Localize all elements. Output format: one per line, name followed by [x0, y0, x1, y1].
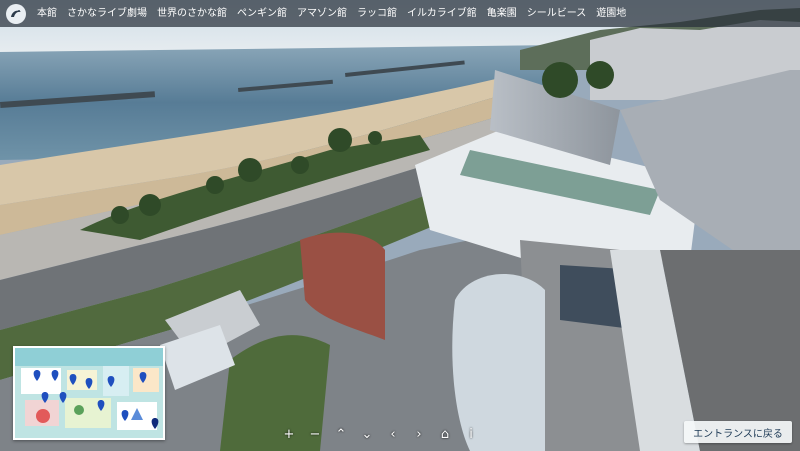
home-button[interactable]: ⌂ [434, 424, 456, 444]
nav-item-amazon-hall[interactable]: アマゾン館 [292, 0, 352, 27]
top-navigation-bar: 本館 さかなライブ劇場 世界のさかな館 ペンギン館 アマゾン館 ラッコ館 イルカ… [0, 0, 800, 27]
aquarium-logo-icon[interactable] [6, 3, 26, 24]
nav-item-sea-otter-hall[interactable]: ラッコ館 [352, 0, 402, 27]
nav-item-amusement-park[interactable]: 遊園地 [591, 0, 631, 27]
nav-item-main-building[interactable]: 本館 [32, 0, 62, 27]
nav-item-fish-live-theater[interactable]: さかなライブ劇場 [62, 0, 152, 27]
nav-item-dolphin-live-hall[interactable]: イルカライブ館 [402, 0, 482, 27]
panorama-controls: + − ⌃ ⌄ ‹ › ⌂ i [278, 424, 482, 444]
zoom-in-button[interactable]: + [278, 424, 300, 444]
nav-item-world-fish-hall[interactable]: 世界のさかな館 [152, 0, 232, 27]
pan-up-button[interactable]: ⌃ [330, 424, 352, 444]
return-to-entrance-button[interactable]: エントランスに戻る [684, 421, 792, 443]
nav-item-seal-beach[interactable]: シールビース [522, 0, 592, 27]
zoom-out-button[interactable]: − [304, 424, 326, 444]
minimap-graphic [15, 348, 163, 438]
nav-item-penguin-hall[interactable]: ペンギン館 [232, 0, 292, 27]
minimap[interactable] [13, 346, 165, 440]
pan-right-button[interactable]: › [408, 424, 430, 444]
info-button[interactable]: i [460, 424, 482, 444]
facility-nav: 本館 さかなライブ劇場 世界のさかな館 ペンギン館 アマゾン館 ラッコ館 イルカ… [32, 0, 631, 27]
nav-item-turtle-garden[interactable]: 亀楽園 [482, 0, 522, 27]
pan-left-button[interactable]: ‹ [382, 424, 404, 444]
pan-down-button[interactable]: ⌄ [356, 424, 378, 444]
